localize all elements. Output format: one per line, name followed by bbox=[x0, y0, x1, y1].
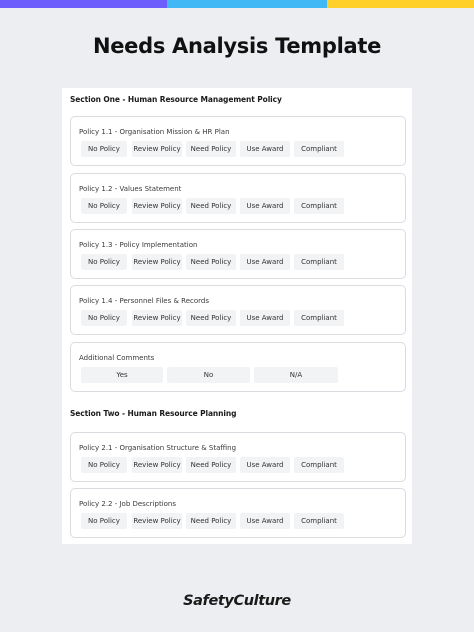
card-label: Policy 1.4 - Personnel Files & Records bbox=[79, 297, 210, 305]
policy-card-1-1: Policy 1.1 - Organisation Mission & HR P… bbox=[70, 116, 406, 166]
option-review-policy[interactable]: Review Policy bbox=[132, 198, 182, 214]
card-label: Additional Comments bbox=[79, 354, 155, 362]
option-need-policy[interactable]: Need Policy bbox=[186, 457, 236, 473]
safetyculture-logo: SafetyCulture bbox=[183, 593, 291, 609]
additional-comments-card: Additional Comments Yes No N/A bbox=[70, 342, 406, 392]
option-use-award[interactable]: Use Award bbox=[240, 457, 290, 473]
section-two-title: Section Two - Human Resource Planning bbox=[70, 409, 237, 418]
card-label: Policy 2.2 - Job Descriptions bbox=[79, 500, 176, 508]
option-need-policy[interactable]: Need Policy bbox=[186, 141, 236, 157]
option-review-policy[interactable]: Review Policy bbox=[132, 513, 182, 529]
template-sheet: Section One - Human Resource Management … bbox=[62, 88, 412, 544]
policy-card-2-2: Policy 2.2 - Job Descriptions No Policy … bbox=[70, 488, 406, 538]
option-no-policy[interactable]: No Policy bbox=[81, 141, 127, 157]
card-label: Policy 1.2 - Values Statement bbox=[79, 185, 182, 193]
option-compliant[interactable]: Compliant bbox=[294, 254, 344, 270]
option-no-policy[interactable]: No Policy bbox=[81, 198, 127, 214]
option-use-award[interactable]: Use Award bbox=[240, 310, 290, 326]
option-need-policy[interactable]: Need Policy bbox=[186, 198, 236, 214]
option-review-policy[interactable]: Review Policy bbox=[132, 141, 182, 157]
option-compliant[interactable]: Compliant bbox=[294, 310, 344, 326]
option-no-policy[interactable]: No Policy bbox=[81, 254, 127, 270]
policy-card-2-1: Policy 2.1 - Organisation Structure & St… bbox=[70, 432, 406, 482]
option-compliant[interactable]: Compliant bbox=[294, 513, 344, 529]
accent-segment-yellow bbox=[327, 0, 474, 8]
option-use-award[interactable]: Use Award bbox=[240, 513, 290, 529]
option-compliant[interactable]: Compliant bbox=[294, 198, 344, 214]
option-use-award[interactable]: Use Award bbox=[240, 198, 290, 214]
option-review-policy[interactable]: Review Policy bbox=[132, 310, 182, 326]
option-no[interactable]: No bbox=[167, 367, 250, 383]
option-need-policy[interactable]: Need Policy bbox=[186, 254, 236, 270]
accent-segment-blue bbox=[167, 0, 327, 8]
card-label: Policy 2.1 - Organisation Structure & St… bbox=[79, 444, 237, 452]
policy-card-1-4: Policy 1.4 - Personnel Files & Records N… bbox=[70, 285, 406, 335]
accent-segment-purple bbox=[0, 0, 167, 8]
card-label: Policy 1.3 - Policy Implementation bbox=[79, 241, 198, 249]
page-title: Needs Analysis Template bbox=[92, 34, 382, 58]
option-yes[interactable]: Yes bbox=[81, 367, 163, 383]
option-need-policy[interactable]: Need Policy bbox=[186, 513, 236, 529]
option-na[interactable]: N/A bbox=[254, 367, 338, 383]
option-compliant[interactable]: Compliant bbox=[294, 457, 344, 473]
option-review-policy[interactable]: Review Policy bbox=[132, 457, 182, 473]
option-no-policy[interactable]: No Policy bbox=[81, 310, 127, 326]
policy-card-1-3: Policy 1.3 - Policy Implementation No Po… bbox=[70, 229, 406, 279]
option-need-policy[interactable]: Need Policy bbox=[186, 310, 236, 326]
section-one-title: Section One - Human Resource Management … bbox=[70, 95, 282, 104]
option-review-policy[interactable]: Review Policy bbox=[132, 254, 182, 270]
option-use-award[interactable]: Use Award bbox=[240, 141, 290, 157]
card-label: Policy 1.1 - Organisation Mission & HR P… bbox=[79, 128, 230, 136]
option-no-policy[interactable]: No Policy bbox=[81, 513, 127, 529]
option-no-policy[interactable]: No Policy bbox=[81, 457, 127, 473]
policy-card-1-2: Policy 1.2 - Values Statement No Policy … bbox=[70, 173, 406, 223]
top-accent-bar bbox=[0, 0, 474, 8]
option-compliant[interactable]: Compliant bbox=[294, 141, 344, 157]
option-use-award[interactable]: Use Award bbox=[240, 254, 290, 270]
